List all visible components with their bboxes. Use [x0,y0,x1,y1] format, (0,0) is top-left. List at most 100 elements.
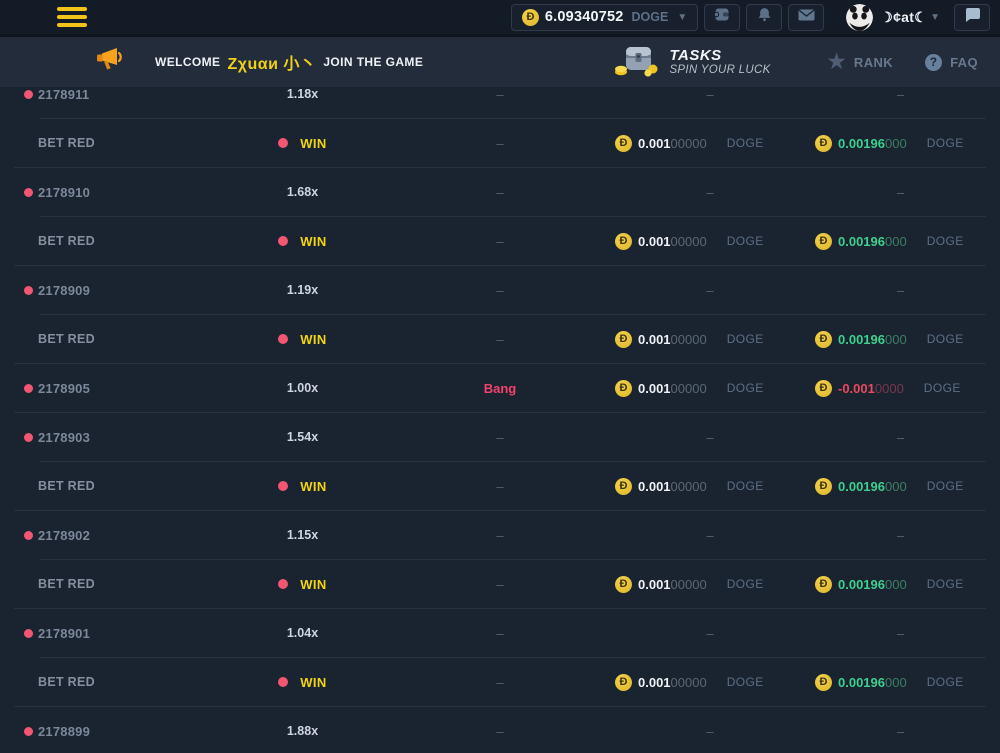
faq-link[interactable]: ? FAQ [925,54,978,71]
messages-button[interactable] [788,4,824,31]
welcome-suffix: JOIN THE GAME [323,55,423,69]
game-id[interactable]: 2178905 [38,381,90,396]
empty-value: – [706,626,713,641]
bang-row: 2178905 1.00x Bang Ð 0.00100000 DOGE Ð -… [14,364,986,412]
question-mark-icon: ? [925,54,942,71]
chevron-down-icon: ▼ [677,12,687,23]
empty-value: – [706,528,713,543]
doge-coin-icon: Ð [815,135,832,152]
doge-coin-icon: Ð [615,576,632,593]
bet-amount: 0.00100000 [638,136,707,151]
game-id[interactable]: 2178909 [38,283,90,298]
bet-amount: 0.00100000 [638,479,707,494]
chat-toggle-button[interactable] [954,4,990,31]
result-win: WIN [300,675,326,690]
red-dot-icon [278,334,288,344]
multiplier-value: 1.15x [287,528,318,542]
multiplier-value: 1.18x [287,87,318,101]
bet-amount: 0.00100000 [638,234,707,249]
empty-value: – [706,283,713,298]
bet-amount: 0.00100000 [638,332,707,347]
red-dot-icon [24,384,33,393]
username: ☽¢at☾ [880,9,927,26]
currency-label: DOGE [727,577,764,591]
bet-label: BET RED [38,234,95,248]
tasks-title: TASKS [669,47,770,64]
empty-value: – [496,136,503,151]
tasks-text: TASKS SPIN YOUR LUCK [669,47,770,77]
app-root: Ð 6.09340752 DOGE ▼ ☽¢at☾ ▼ [0,0,1000,753]
empty-value: – [897,528,904,543]
loss-amount: -0.0010000 [838,381,904,396]
red-dot-icon [278,579,288,589]
currency-label: DOGE [727,234,764,248]
game-id[interactable]: 2178911 [38,87,89,102]
bet-label: BET RED [38,577,95,591]
doge-coin-icon: Ð [815,380,832,397]
bet-row: BET RED WIN – Ð 0.00100000 DOGE Ð 0.0019… [14,560,986,608]
empty-value: – [496,479,503,494]
bet-row: BET RED WIN – Ð 0.00100000 DOGE Ð 0.0019… [14,462,986,510]
game-id[interactable]: 2178903 [38,430,90,445]
balance-selector[interactable]: Ð 6.09340752 DOGE ▼ [511,4,698,31]
empty-value: – [897,185,904,200]
avatar [846,4,873,31]
profit-amount: 0.00196000 [838,234,907,249]
multiplier-value: 1.04x [287,626,318,640]
menu-icon[interactable] [57,7,87,27]
profit-amount: 0.00196000 [838,136,907,151]
game-id[interactable]: 2178910 [38,185,90,200]
game-row: 2178901 1.04x – – – [14,609,986,657]
game-id[interactable]: 2178901 [38,626,90,641]
red-dot-icon [24,286,33,295]
profit-amount: 0.00196000 [838,332,907,347]
doge-coin-icon: Ð [615,233,632,250]
multiplier-value: 1.54x [287,430,318,444]
empty-value: – [496,675,503,690]
result-win: WIN [300,332,326,347]
red-dot-icon [278,236,288,246]
result-bang: Bang [484,381,517,396]
faq-label: FAQ [950,55,978,70]
chevron-down-icon: ▼ [930,12,940,23]
doge-coin-icon: Ð [815,331,832,348]
tasks-subtitle: SPIN YOUR LUCK [669,64,770,77]
doge-coin-icon: Ð [615,331,632,348]
red-dot-icon [24,188,33,197]
result-win: WIN [300,136,326,151]
result-win: WIN [300,577,326,592]
doge-coin-icon: Ð [815,576,832,593]
currency-label: DOGE [927,577,964,591]
wallet-button[interactable] [704,4,740,31]
game-id[interactable]: 2178899 [38,724,90,739]
bet-amount: 0.00100000 [638,675,707,690]
red-dot-icon [24,531,33,540]
balance-amount: 6.09340752 [545,9,624,25]
bet-amount: 0.00100000 [638,577,707,592]
bet-label: BET RED [38,136,95,150]
notifications-button[interactable] [746,4,782,31]
bet-history-body: 2178911 1.18x – – – BET RED WIN – Ð 0.00… [0,87,1000,753]
red-dot-icon [278,138,288,148]
doge-coin-icon: Ð [815,478,832,495]
currency-label: DOGE [727,479,764,493]
currency-label: DOGE [727,675,764,689]
multiplier-value: 1.88x [287,724,318,738]
game-row: 2178903 1.54x – – – [14,413,986,461]
red-dot-icon [24,433,33,442]
tasks-widget[interactable]: TASKS SPIN YOUR LUCK [613,41,770,84]
multiplier-value: 1.19x [287,283,318,297]
user-menu[interactable]: ☽¢at☾ ▼ [846,4,940,31]
star-icon: ★ [828,52,846,72]
rank-link[interactable]: ★ RANK [828,52,894,72]
empty-value: – [496,283,503,298]
welcome-username: Ζχuαи 小丶 [227,50,316,74]
wallet-icon [713,7,731,27]
empty-value: – [496,528,503,543]
red-dot-icon [278,677,288,687]
game-row: 2178909 1.19x – – – [14,266,986,314]
empty-value: – [496,332,503,347]
result-win: WIN [300,234,326,249]
welcome-message: WELCOME Ζχuαи 小丶 JOIN THE GAME [155,50,423,74]
game-id[interactable]: 2178902 [38,528,90,543]
